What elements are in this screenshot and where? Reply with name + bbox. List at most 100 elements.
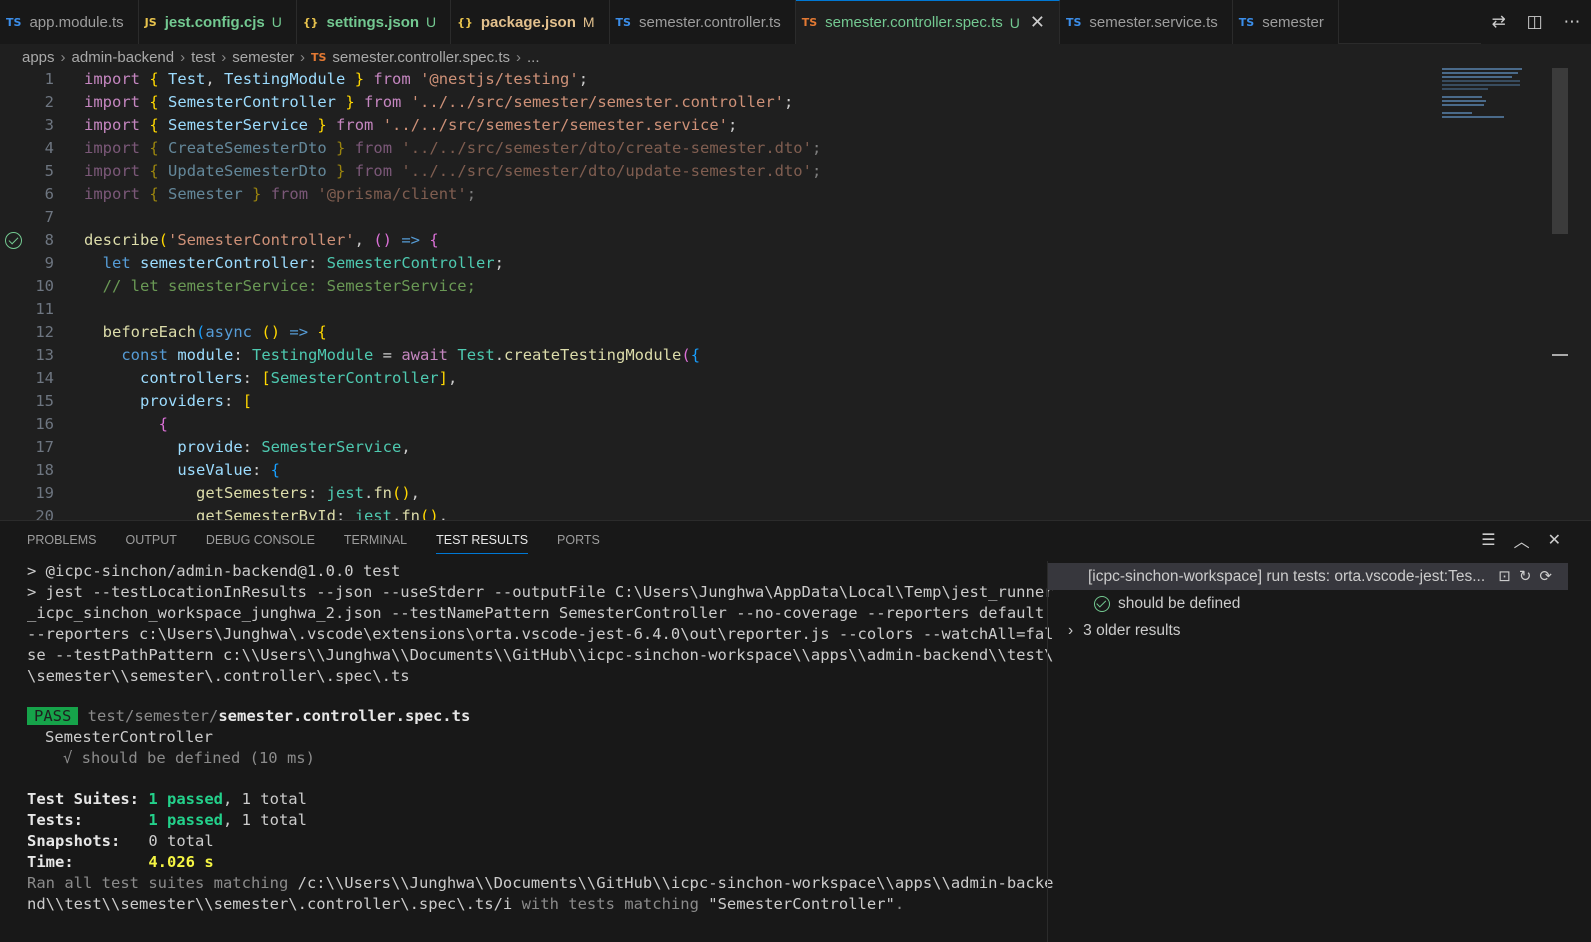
editor-tab[interactable]: TS semester xyxy=(1232,0,1339,44)
terminal-line: Ran all test suites matching /c:\\Users\… xyxy=(27,873,1054,894)
breadcrumb-item[interactable]: semester xyxy=(232,49,294,66)
editor-tab[interactable]: TS semester.controller.ts xyxy=(609,0,796,44)
suites-total: , 1 total xyxy=(222,790,307,808)
test-output-terminal[interactable]: > @icpc-sinchon/admin-backend@1.0.0 test… xyxy=(0,561,1054,942)
code-line[interactable]: 1 import { Test, TestingModule } from '@n… xyxy=(0,68,1440,91)
editor-tab[interactable]: JS jest.config.cjs U xyxy=(138,0,297,44)
panel-tabs: PROBLEMS OUTPUT DEBUG CONSOLE TERMINAL T… xyxy=(0,521,1591,559)
code-editor[interactable]: 1 import { Test, TestingModule } from '@n… xyxy=(0,68,1591,526)
code-line[interactable]: 16 { xyxy=(0,413,1440,436)
line-number: 16 xyxy=(35,415,54,433)
test-run-label: [icpc-sinchon-workspace] run tests: orta… xyxy=(1088,567,1486,585)
breadcrumb-file[interactable]: semester.controller.spec.ts xyxy=(332,49,510,66)
editor-tab[interactable]: {} settings.json U xyxy=(296,0,452,44)
code-line[interactable]: 2 import { SemesterController } from '../… xyxy=(0,91,1440,114)
code-line[interactable]: 13 const module: TestingModule = await T… xyxy=(0,344,1440,367)
suites-passed: 1 passed xyxy=(148,790,223,808)
code-line[interactable]: 14 controllers: [SemesterController], xyxy=(0,367,1440,390)
code-line[interactable]: 17 provide: SemesterService, xyxy=(0,436,1440,459)
breadcrumb-item[interactable]: test xyxy=(191,49,215,66)
snapshots-value: 0 total xyxy=(148,832,214,850)
terminal-line: se --testPathPattern c:\\Users\\Junghwa\… xyxy=(27,646,1054,664)
close-icon[interactable]: ✕ xyxy=(1030,12,1045,33)
code-line[interactable]: 15 providers: [ xyxy=(0,390,1440,413)
terminal-line: \semester\\semester\.controller\.spec\.t… xyxy=(27,667,410,685)
code-line[interactable]: 12 beforeEach(async () => { xyxy=(0,321,1440,344)
git-status-badge: U xyxy=(271,14,282,30)
chevron-right-icon: › xyxy=(299,48,305,66)
line-number: 15 xyxy=(35,392,54,410)
line-number: 3 xyxy=(44,116,54,134)
git-status-badge: U xyxy=(426,14,437,30)
more-actions-icon[interactable]: ⋯ xyxy=(1564,12,1581,32)
code-line[interactable]: 7 xyxy=(0,206,1440,229)
terminal-line: PASS test/semester/semester.controller.s… xyxy=(27,706,470,727)
line-number: 2 xyxy=(44,93,54,111)
code-line[interactable]: 19 getSemesters: jest.fn(), xyxy=(0,482,1440,505)
tab-label: jest.config.cjs xyxy=(164,13,265,31)
tab-test-results[interactable]: TEST RESULTS xyxy=(436,521,528,559)
tab-actions: ⇄ ◫ ⋯ xyxy=(1481,0,1591,44)
typescript-file-icon: TS xyxy=(1065,15,1082,29)
suites-label: Test Suites: xyxy=(27,790,139,808)
maximize-panel-icon[interactable]: ︿ xyxy=(1514,528,1530,552)
tab-label: semester.controller.spec.ts xyxy=(825,14,1003,31)
line-number: 10 xyxy=(35,277,54,295)
source-control-compare-icon[interactable]: ⇄ xyxy=(1491,12,1505,32)
ran-pattern: nd\\test\\semester\\semester\.controller… xyxy=(27,895,513,913)
close-panel-icon[interactable]: ✕ xyxy=(1548,530,1561,550)
pass-badge: PASS xyxy=(27,707,79,725)
chevron-right-icon: › xyxy=(515,48,521,66)
minimap[interactable] xyxy=(1442,68,1526,140)
terminal-line: > jest --testLocationInResults --json --… xyxy=(27,583,1054,601)
tab-problems[interactable]: PROBLEMS xyxy=(27,521,96,559)
code-line[interactable]: 18 useValue: { xyxy=(0,459,1440,482)
terminal-line: Snapshots: 0 total xyxy=(27,831,214,852)
breadcrumb-item[interactable]: apps xyxy=(22,49,55,66)
breadcrumb-symbol[interactable]: ... xyxy=(527,49,540,66)
debug-rerun-icon[interactable]: ⟳ xyxy=(1539,567,1552,585)
terminal-line: --reporters c:\Users\Junghwa\.vscode\ext… xyxy=(27,625,1054,643)
terminal-line: Test Suites: 1 passed, 1 total xyxy=(27,789,307,810)
git-status-badge: M xyxy=(582,14,595,30)
code-line[interactable]: 11 xyxy=(0,298,1440,321)
code-line[interactable]: 10 // let semesterService: SemesterServi… xyxy=(0,275,1440,298)
line-number: 1 xyxy=(44,70,54,88)
editor-tab[interactable]: TS app.module.ts xyxy=(0,0,139,44)
code-line[interactable]: 8 describe('SemesterController', () => { xyxy=(0,229,1440,252)
split-editor-icon[interactable]: ◫ xyxy=(1527,12,1543,32)
terminal-line: √ should be defined (10 ms) xyxy=(63,749,315,767)
editor-tab[interactable]: TS semester.service.ts xyxy=(1059,0,1233,44)
code-line[interactable]: 6 import { Semester } from '@prisma/clien… xyxy=(0,183,1440,206)
code-line[interactable]: 4 import { CreateSemesterDto } from '../.… xyxy=(0,137,1440,160)
terminal-line: Time: 4.026 s xyxy=(27,852,214,873)
snapshots-label: Snapshots: xyxy=(27,832,121,850)
tab-debug-console[interactable]: DEBUG CONSOLE xyxy=(206,521,315,559)
tab-output[interactable]: OUTPUT xyxy=(125,521,176,559)
rerun-icon[interactable]: ↻ xyxy=(1519,567,1532,585)
code-line[interactable]: 3 import { SemesterService } from '../../… xyxy=(0,114,1440,137)
typescript-file-icon: TS xyxy=(310,50,327,64)
code-line[interactable]: 5 import { UpdateSemesterDto } from '../.… xyxy=(0,160,1440,183)
tab-label: package.json xyxy=(480,13,576,31)
editor-tab[interactable]: TS semester.controller.spec.ts U ✕ xyxy=(795,0,1060,44)
code-line[interactable]: 9 let semesterController: SemesterContro… xyxy=(0,252,1440,275)
tab-ports[interactable]: PORTS xyxy=(557,521,600,559)
test-result-label: should be defined xyxy=(1118,594,1241,612)
breadcrumb-item[interactable]: admin-backend xyxy=(72,49,175,66)
tab-label: semester.controller.ts xyxy=(638,13,781,31)
editor-scrollbar[interactable] xyxy=(1552,68,1568,234)
test-run-item[interactable]: [icpc-sinchon-workspace] run tests: orta… xyxy=(1048,563,1568,590)
line-number: 18 xyxy=(35,461,54,479)
pass-dir: test/semester/ xyxy=(87,707,219,725)
line-number: 4 xyxy=(44,139,54,157)
clear-output-icon[interactable]: ☰ xyxy=(1481,530,1495,550)
time-value: 4.026 s xyxy=(148,853,214,871)
test-result-item[interactable]: should be defined xyxy=(1048,590,1568,617)
editor-tab[interactable]: {} package.json M xyxy=(451,0,610,44)
tab-terminal[interactable]: TERMINAL xyxy=(344,521,407,559)
older-results-item[interactable]: › 3 older results xyxy=(1048,617,1568,644)
terminal-icon[interactable]: ⊡ xyxy=(1498,567,1511,585)
terminal-line: nd\\test\\semester\\semester\.controller… xyxy=(27,894,904,915)
line-number: 14 xyxy=(35,369,54,387)
